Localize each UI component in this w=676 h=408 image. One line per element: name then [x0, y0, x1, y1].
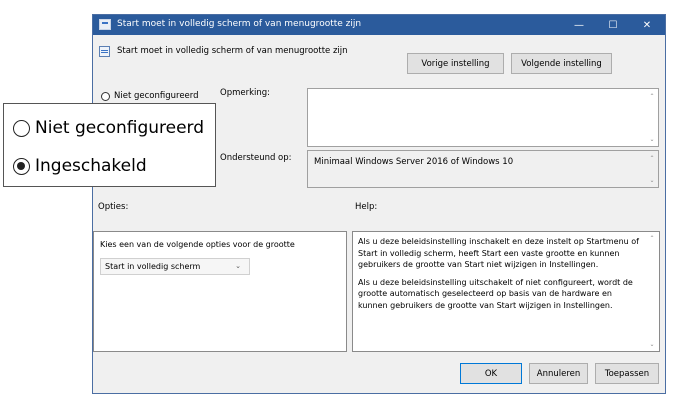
zoom-radio-enabled-label: Ingeschakeld: [35, 156, 147, 176]
chevron-down-icon: ⌄: [235, 262, 241, 270]
cancel-button[interactable]: Annuleren: [529, 363, 588, 384]
options-label: Opties:: [98, 202, 129, 212]
radio-not-configured-label: Niet geconfigureerd: [114, 91, 199, 101]
previous-setting-button[interactable]: Vorige instelling: [407, 53, 504, 74]
scroll-up-arrow-icon[interactable]: ⌃: [648, 235, 656, 242]
zoom-radio-not-configured[interactable]: Niet geconfigureerd: [13, 118, 204, 138]
ok-button[interactable]: OK: [460, 363, 522, 384]
scroll-up-arrow-icon[interactable]: ⌃: [648, 93, 656, 100]
help-panel: Als u deze beleidsinstelling inschakelt …: [352, 231, 660, 352]
window-title: Start moet in volledig scherm of van men…: [117, 19, 362, 29]
supported-on-label: Ondersteund op:: [220, 153, 292, 163]
maximize-button[interactable]: ☐: [596, 15, 630, 35]
policy-setting-icon: [99, 46, 110, 57]
scroll-up-arrow-icon[interactable]: ⌃: [648, 155, 656, 162]
comment-label: Opmerking:: [220, 88, 271, 98]
close-button[interactable]: ✕: [630, 15, 664, 35]
scroll-down-arrow-icon[interactable]: ⌄: [648, 136, 656, 143]
supported-on-field: Minimaal Windows Server 2016 of Windows …: [307, 150, 659, 188]
zoom-callout: Niet geconfigureerd Ingeschakeld: [3, 103, 216, 187]
policy-app-icon: [99, 19, 111, 30]
help-paragraph: Als u deze beleidsinstelling inschakelt …: [358, 237, 639, 270]
setting-name: Start moet in volledig scherm of van men…: [117, 46, 348, 56]
options-panel: Kies een van de volgende opties voor de …: [93, 231, 347, 352]
apply-button[interactable]: Toepassen: [595, 363, 659, 384]
scroll-down-arrow-icon[interactable]: ⌄: [648, 341, 656, 348]
title-bar[interactable]: Start moet in volledig scherm of van men…: [93, 15, 665, 35]
radio-selected-icon: [13, 157, 30, 175]
next-setting-button[interactable]: Volgende instelling: [511, 53, 612, 74]
comment-textarea[interactable]: ⌃ ⌄: [307, 88, 659, 147]
help-text: Als u deze beleidsinstelling inschakelt …: [358, 236, 643, 318]
minimize-button[interactable]: —: [562, 15, 596, 35]
options-description: Kies een van de volgende opties voor de …: [100, 240, 295, 249]
dropdown-value: Start in volledig scherm: [105, 262, 201, 271]
scroll-down-arrow-icon[interactable]: ⌄: [648, 177, 656, 184]
radio-unselected-icon: [13, 119, 30, 137]
grootte-dropdown[interactable]: Start in volledig scherm ⌄: [100, 258, 250, 275]
zoom-radio-enabled[interactable]: Ingeschakeld: [13, 156, 147, 176]
help-paragraph: Als u deze beleidsinstelling uitschakelt…: [358, 277, 633, 310]
supported-on-value: Minimaal Windows Server 2016 of Windows …: [314, 157, 514, 167]
policy-dialog: Start moet in volledig scherm of van men…: [92, 14, 666, 394]
radio-not-configured[interactable]: [101, 92, 110, 101]
dialog-content: Start moet in volledig scherm of van men…: [93, 35, 665, 393]
zoom-radio-not-configured-label: Niet geconfigureerd: [35, 118, 205, 138]
help-label: Help:: [355, 202, 378, 212]
